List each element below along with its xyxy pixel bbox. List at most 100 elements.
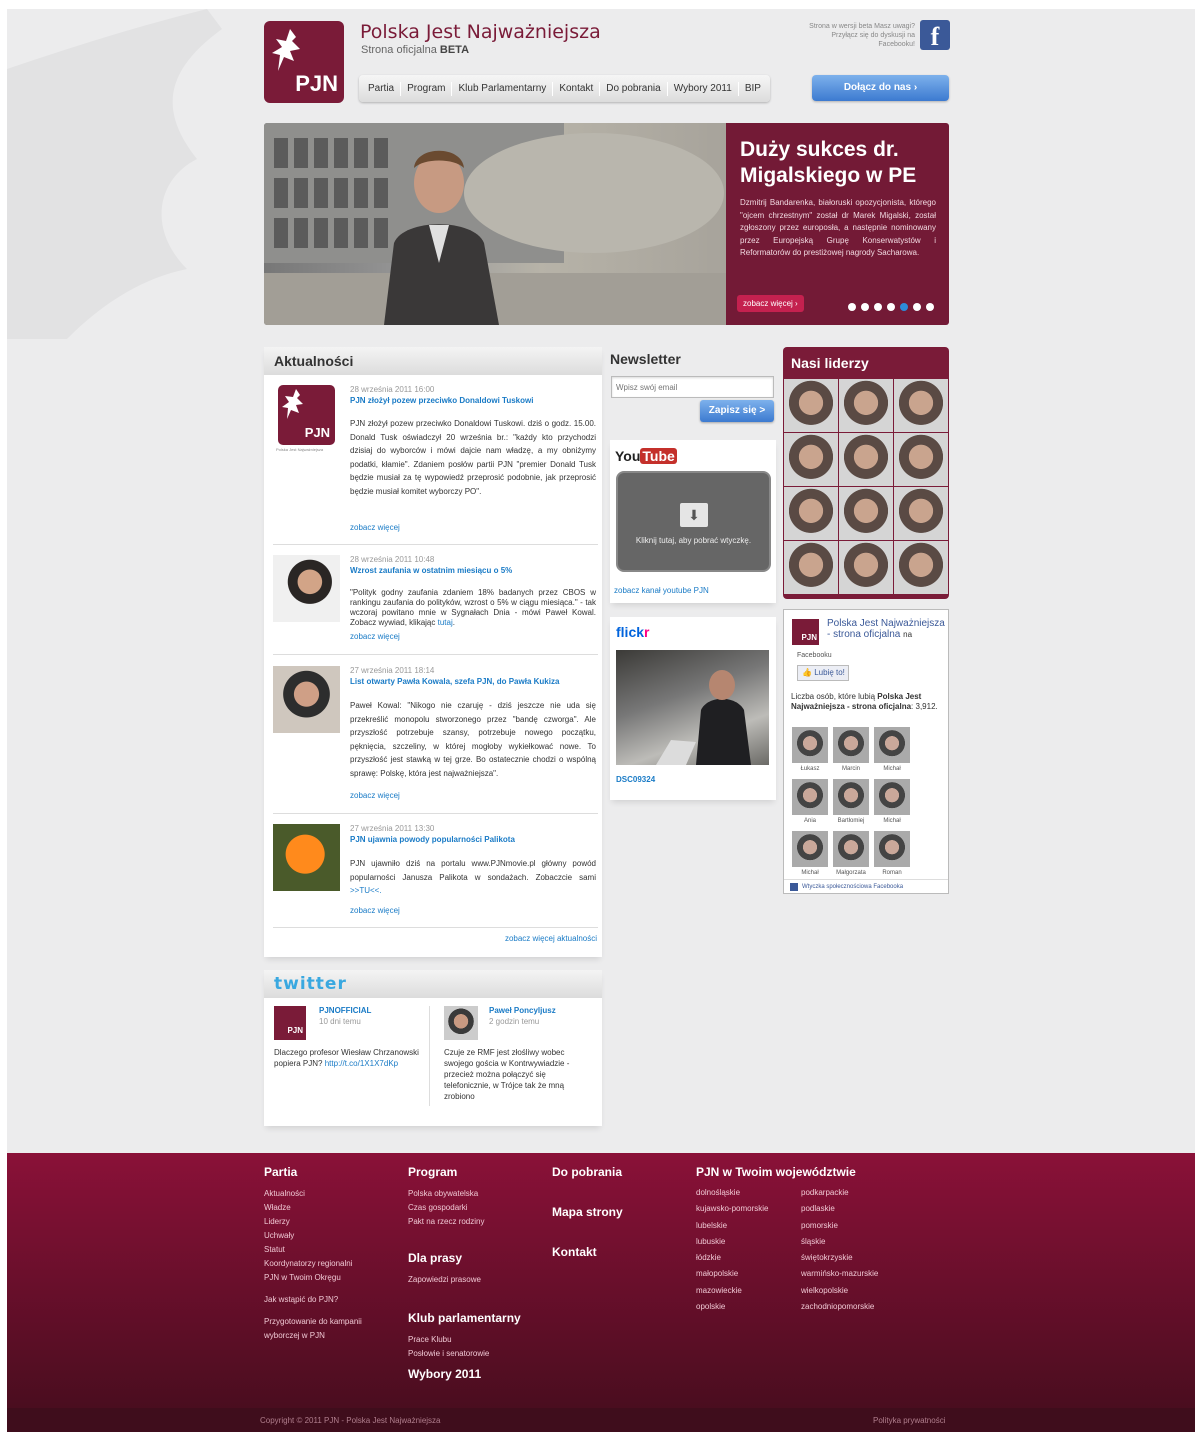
region-link[interactable]: podkarpackie <box>801 1185 911 1201</box>
leader-photo[interactable] <box>839 379 893 432</box>
news-inline-link[interactable]: tutaj <box>438 618 453 627</box>
footer-heading[interactable]: Program <box>408 1165 521 1179</box>
fb-fan[interactable]: Małgorzata <box>833 831 869 883</box>
tweet-avatar[interactable]: PJN <box>274 1006 306 1040</box>
subscribe-button[interactable]: Zapisz się > <box>700 400 774 422</box>
leader-photo[interactable] <box>839 433 893 486</box>
leader-photo[interactable] <box>894 541 948 594</box>
region-link[interactable]: podlaskie <box>801 1201 911 1217</box>
footer-link[interactable]: Posłowie i senatorowie <box>408 1347 521 1361</box>
news-inline-link[interactable]: >>TU<<. <box>350 886 382 895</box>
fb-page-link[interactable]: Polska Jest Najważniejsza - strona oficj… <box>827 618 945 640</box>
footer-heading[interactable]: Do pobrania <box>552 1165 623 1179</box>
facebook-icon[interactable]: f <box>920 20 950 51</box>
news-title[interactable]: Wzrost zaufania w ostatnim miesiącu o 5% <box>350 566 600 575</box>
join-button[interactable]: Dołącz do nas › <box>812 75 949 101</box>
region-link[interactable]: warmińsko-mazurskie <box>801 1266 911 1282</box>
slide-photo[interactable] <box>264 123 726 325</box>
slider-dot[interactable] <box>913 303 921 311</box>
region-link[interactable]: opolskie <box>696 1299 801 1315</box>
footer-heading[interactable]: Wybory 2011 <box>408 1367 521 1381</box>
tweet-avatar[interactable] <box>444 1006 478 1040</box>
footer-link[interactable]: wyborczej w PJN <box>264 1329 362 1343</box>
news-thumbnail[interactable]: PJN <box>278 385 335 445</box>
fb-fan[interactable]: Łukasz <box>792 727 828 779</box>
tweet-author[interactable]: Paweł Poncyljusz <box>489 1006 556 1015</box>
like-button[interactable]: 👍 Lubię to! <box>797 665 849 681</box>
flickr-logo[interactable]: flickr <box>616 624 649 640</box>
newsletter-email-input[interactable] <box>611 376 774 398</box>
footer-link[interactable]: Uchwały <box>264 1229 362 1243</box>
plugin-placeholder[interactable]: ⬇ Kliknij tutaj, aby pobrać wtyczkę. <box>616 471 771 572</box>
site-title[interactable]: Polska Jest Najważniejsza <box>360 21 601 43</box>
slider-dot[interactable] <box>887 303 895 311</box>
fb-fan[interactable]: Michał <box>874 727 910 779</box>
news-more-link[interactable]: zobacz więcej <box>350 791 400 800</box>
slider-dot[interactable] <box>861 303 869 311</box>
footer-link[interactable]: Władze <box>264 1201 362 1215</box>
fb-fan[interactable]: Bartłomiej <box>833 779 869 831</box>
twitter-logo[interactable]: twitter <box>264 970 602 998</box>
all-news-link[interactable]: zobacz więcej aktualności <box>505 934 597 943</box>
region-link[interactable]: kujawsko-pomorskie <box>696 1201 801 1217</box>
footer-link[interactable]: PJN w Twoim Okręgu <box>264 1271 362 1285</box>
footer-heading[interactable]: Mapa strony <box>552 1205 623 1219</box>
footer-link[interactable]: Liderzy <box>264 1215 362 1229</box>
slider-dot[interactable] <box>926 303 934 311</box>
tweet-author[interactable]: PJNOFFICIAL <box>319 1006 371 1015</box>
fb-fan[interactable]: Ania <box>792 779 828 831</box>
footer-heading[interactable]: Klub parlamentarny <box>408 1311 521 1325</box>
fb-facebook-label[interactable]: Facebooku <box>797 652 832 659</box>
footer-link[interactable]: Przygotowanie do kampanii <box>264 1315 362 1329</box>
fb-fan[interactable]: Marcin <box>833 727 869 779</box>
flickr-caption[interactable]: DSC09324 <box>616 775 655 784</box>
footer-link[interactable]: Statut <box>264 1243 362 1257</box>
news-more-link[interactable]: zobacz więcej <box>350 632 400 641</box>
region-link[interactable]: świętokrzyskie <box>801 1250 911 1266</box>
region-link[interactable]: mazowieckie <box>696 1283 801 1299</box>
nav-item-kontakt[interactable]: Kontakt <box>553 81 601 96</box>
region-link[interactable]: wielkopolskie <box>801 1283 911 1299</box>
region-link[interactable]: pomorskie <box>801 1218 911 1234</box>
footer-heading[interactable]: Partia <box>264 1165 362 1179</box>
nav-item-wybory[interactable]: Wybory 2011 <box>668 81 739 96</box>
footer-link[interactable]: Prace Klubu <box>408 1333 521 1347</box>
tweet-link[interactable]: http://t.co/1X1X7dKp <box>325 1059 398 1068</box>
nav-item-program[interactable]: Program <box>401 81 453 96</box>
footer-link[interactable]: Czas gospodarki <box>408 1201 521 1215</box>
region-link[interactable]: zachodniopomorskie <box>801 1299 911 1315</box>
region-link[interactable]: lubelskie <box>696 1218 801 1234</box>
leader-photo[interactable] <box>894 487 948 540</box>
fb-fan[interactable]: Roman <box>874 831 910 883</box>
flickr-photo[interactable] <box>616 650 769 765</box>
news-title[interactable]: List otwarty Pawła Kowala, szefa PJN, do… <box>350 677 600 686</box>
leader-photo[interactable] <box>894 433 948 486</box>
footer-link[interactable]: Zapowiedzi prasowe <box>408 1273 521 1287</box>
fb-fan[interactable]: Michał <box>874 779 910 831</box>
footer-link[interactable]: Polska obywatelska <box>408 1187 521 1201</box>
news-thumbnail[interactable] <box>273 555 340 622</box>
youtube-logo[interactable]: You Tube <box>615 448 677 464</box>
region-link[interactable]: lubuskie <box>696 1234 801 1250</box>
region-link[interactable]: łódzkie <box>696 1250 801 1266</box>
footer-heading[interactable]: Kontakt <box>552 1245 623 1259</box>
region-link[interactable]: małopolskie <box>696 1266 801 1282</box>
fb-plugin-footer[interactable]: Wtyczka społecznościowa Facebooka <box>784 879 948 893</box>
news-more-link[interactable]: zobacz więcej <box>350 906 400 915</box>
news-title[interactable]: PJN złożył pozew przeciwko Donaldowi Tus… <box>350 396 600 405</box>
region-link[interactable]: dolnośląskie <box>696 1185 801 1201</box>
leader-photo[interactable] <box>839 487 893 540</box>
fb-fan[interactable]: Michał <box>792 831 828 883</box>
news-more-link[interactable]: zobacz więcej <box>350 523 400 532</box>
pjn-logo[interactable]: PJN <box>264 21 344 103</box>
footer-heading[interactable]: Dla prasy <box>408 1251 521 1265</box>
slider-dot[interactable] <box>874 303 882 311</box>
youtube-channel-link[interactable]: zobacz kanał youtube PJN <box>614 586 709 595</box>
news-title[interactable]: PJN ujawnia powody popularności Palikota <box>350 835 600 844</box>
leader-photo[interactable] <box>784 379 838 432</box>
region-link[interactable]: śląskie <box>801 1234 911 1250</box>
slider-dot[interactable] <box>848 303 856 311</box>
leader-photo[interactable] <box>839 541 893 594</box>
leader-photo[interactable] <box>784 433 838 486</box>
leader-photo[interactable] <box>784 541 838 594</box>
